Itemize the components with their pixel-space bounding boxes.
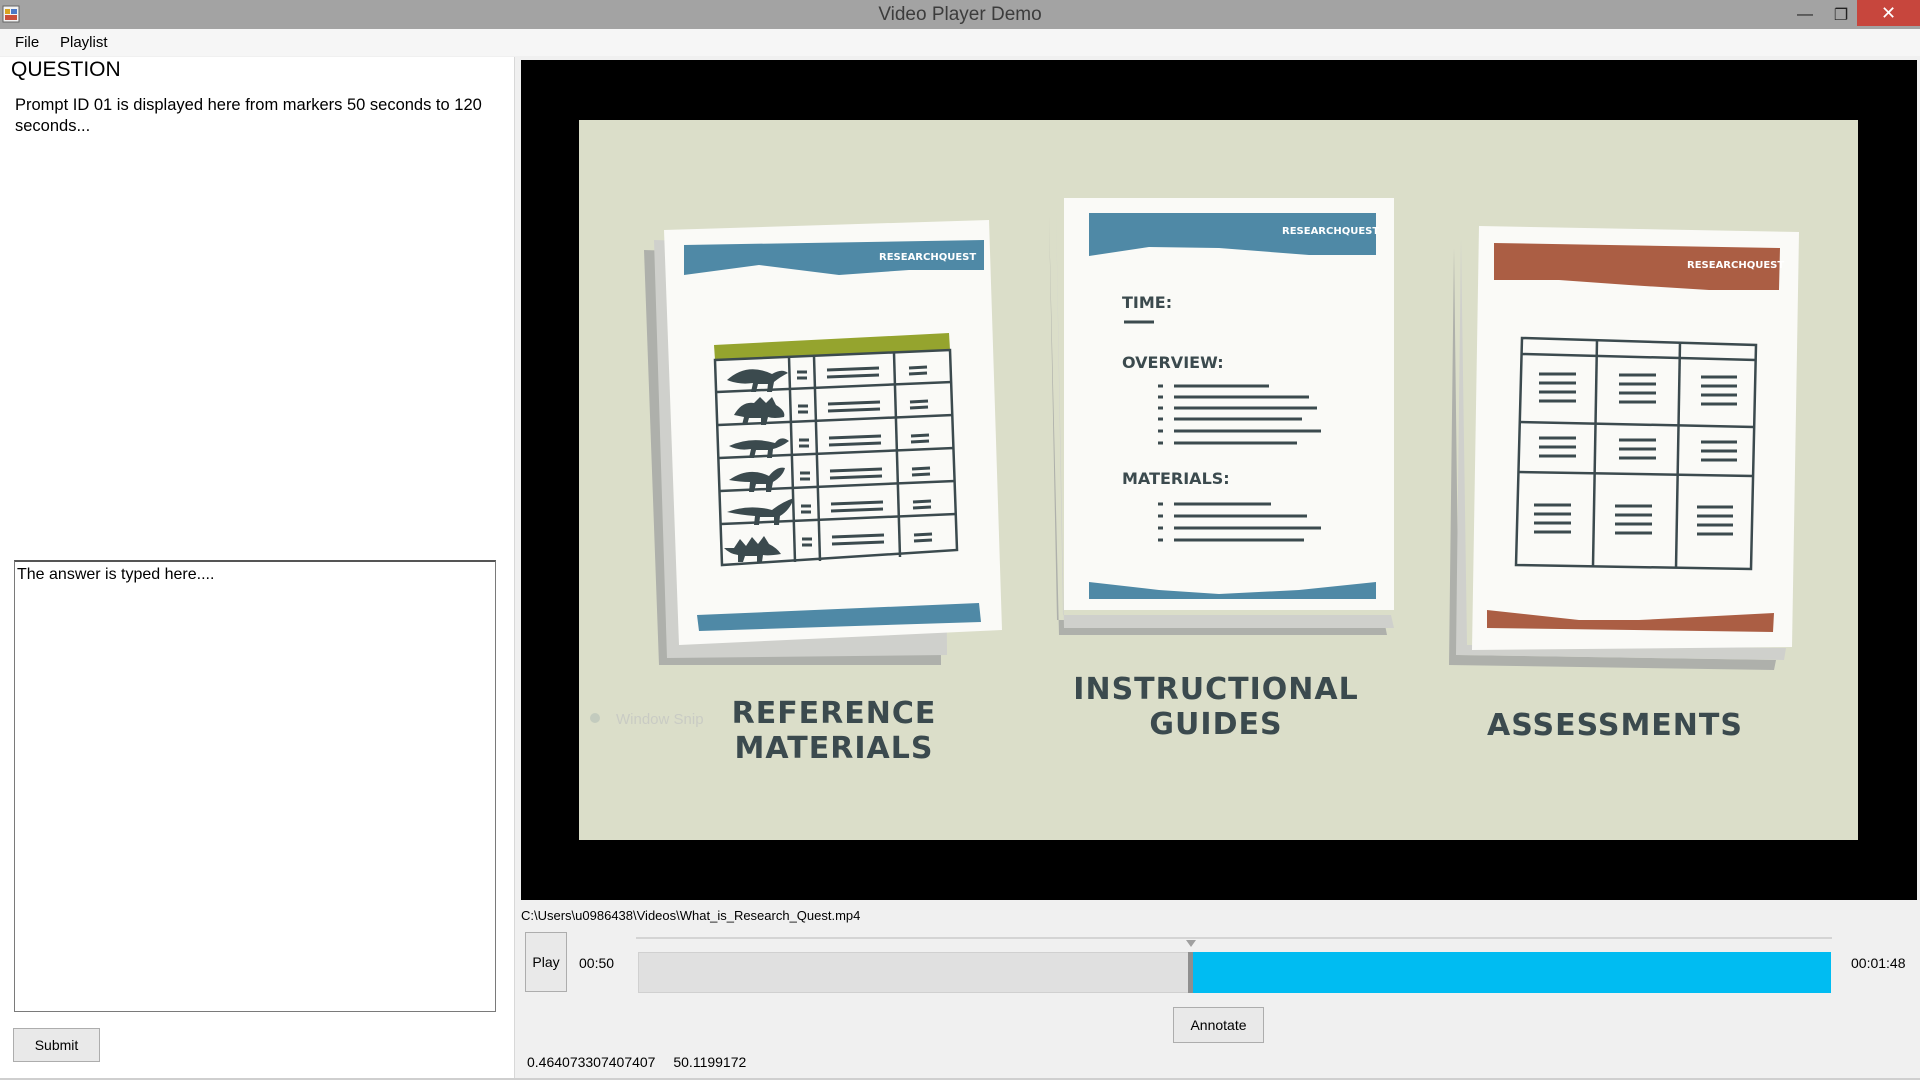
doc2-time-label: TIME: <box>1122 293 1172 312</box>
doc2-caption-line2: GUIDES <box>1149 707 1282 742</box>
readout-ratio: 0.464073307407407 <box>527 1054 656 1070</box>
assessments-doc: RESEARCHQUEST <box>1449 226 1799 670</box>
doc1-caption-line1: REFERENCE <box>732 696 937 731</box>
answer-input[interactable] <box>14 560 496 1012</box>
menu-bar <box>0 29 1920 56</box>
seek-slider-thumb[interactable] <box>1186 940 1196 947</box>
doc2-materials-label: MATERIALS: <box>1122 469 1230 488</box>
doc2-caption-line1: INSTRUCTIONAL <box>1073 672 1358 707</box>
annotate-button[interactable]: Annotate <box>1173 1007 1264 1043</box>
minimize-icon: — <box>1797 5 1813 23</box>
menu-playlist[interactable]: Playlist <box>60 34 108 51</box>
doc1-caption-line2: MATERIALS <box>735 731 934 766</box>
prompt-text: Prompt ID 01 is displayed here from mark… <box>15 96 482 135</box>
doc3-caption-line1: ASSESSMENTS <box>1487 708 1743 743</box>
current-time: 00:50 <box>579 955 615 971</box>
menu-file[interactable]: File <box>15 34 39 51</box>
svg-text:Window Snip: Window Snip <box>616 711 704 728</box>
progress-fill <box>1193 952 1831 993</box>
seek-slider-track[interactable] <box>636 937 1832 939</box>
readout-seconds: 50.1199172 <box>673 1054 747 1070</box>
video-content[interactable]: RESEARCHQUEST REFERENCE MATERIALS Window… <box>579 120 1858 840</box>
readout: 0.464073307407407 50.1199172 <box>527 1054 760 1070</box>
instructional-doc: RESEARCHQUEST TIME: OVERVIEW: MATERIALS: <box>1049 198 1394 635</box>
doc2-brand: RESEARCHQUEST <box>1282 226 1379 237</box>
submit-button[interactable]: Submit <box>13 1028 100 1062</box>
doc3-brand: RESEARCHQUEST <box>1687 260 1784 271</box>
total-time: 00:01:48 <box>1851 955 1906 971</box>
reference-doc: RESEARCHQUEST <box>644 220 1002 665</box>
close-icon: ✕ <box>1880 2 1897 23</box>
splitter[interactable] <box>514 57 521 1078</box>
doc1-brand: RESEARCHQUEST <box>879 252 976 263</box>
play-button[interactable]: Play <box>525 932 567 992</box>
file-path: C:\Users\u0986438\Videos\What_is_Researc… <box>521 908 861 923</box>
question-heading: QUESTION <box>11 58 121 81</box>
window-title: Video Player Demo <box>878 4 1042 25</box>
maximize-icon: ❐ <box>1833 6 1849 24</box>
doc2-overview-label: OVERVIEW: <box>1122 353 1224 372</box>
close-button[interactable]: ✕ <box>1857 0 1920 26</box>
